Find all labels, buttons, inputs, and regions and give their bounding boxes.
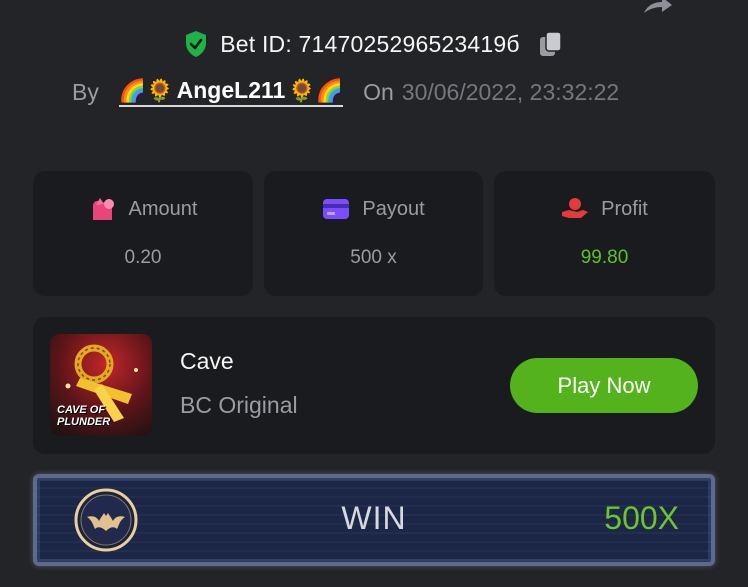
game-thumbnail[interactable]: CAVE OF PLUNDER: [50, 334, 152, 436]
rainbow-sunflower-emoji-left: 🌈🌻: [118, 77, 174, 103]
money-bag-icon: [92, 198, 114, 220]
result-multiplier: 500X: [604, 500, 679, 536]
amount-card: Amount 0.20: [33, 171, 253, 296]
profit-card: Profit 99.80: [494, 171, 715, 296]
win-banner: WIN 500X: [33, 474, 715, 566]
bet-id-row: Bet ID: 7147025296523419б: [0, 30, 748, 58]
game-subtitle: BC Original: [180, 392, 298, 418]
profit-label: Profit: [601, 197, 648, 220]
by-label: By: [72, 78, 99, 105]
share-icon[interactable]: [640, 0, 674, 14]
game-name: Cave: [180, 348, 234, 374]
play-now-button[interactable]: Play Now: [510, 358, 698, 413]
sunflower-rainbow-emoji-right: 🌻🌈: [288, 77, 344, 103]
bet-id: Bet ID: 7147025296523419б: [220, 30, 520, 57]
thumbnail-title: CAVE OF PLUNDER: [57, 404, 111, 428]
payout-value: 500 x: [350, 247, 397, 268]
amount-value: 0.20: [124, 247, 162, 268]
payout-label: Payout: [362, 197, 425, 220]
bet-date: 30/06/2022, 23:32:22: [401, 78, 620, 105]
payout-card: Payout 500 x: [264, 171, 483, 296]
game-card: CAVE OF PLUNDER Cave BC Original Play No…: [33, 317, 715, 454]
profit-value: 99.80: [580, 247, 629, 268]
on-label: On: [363, 78, 394, 105]
card-icon: [323, 199, 350, 219]
shield-check-icon: [186, 31, 207, 57]
user-link[interactable]: 🌈🌻 AngeL211 🌻🌈: [118, 77, 344, 107]
amount-label: Amount: [128, 197, 198, 220]
hand-coin-icon: [562, 198, 589, 218]
copy-icon[interactable]: [538, 30, 564, 58]
username: AngeL211: [176, 77, 286, 103]
bet-author-row: By 🌈🌻 AngeL211 🌻🌈 On 30/06/2022, 23:32:2…: [72, 74, 708, 110]
